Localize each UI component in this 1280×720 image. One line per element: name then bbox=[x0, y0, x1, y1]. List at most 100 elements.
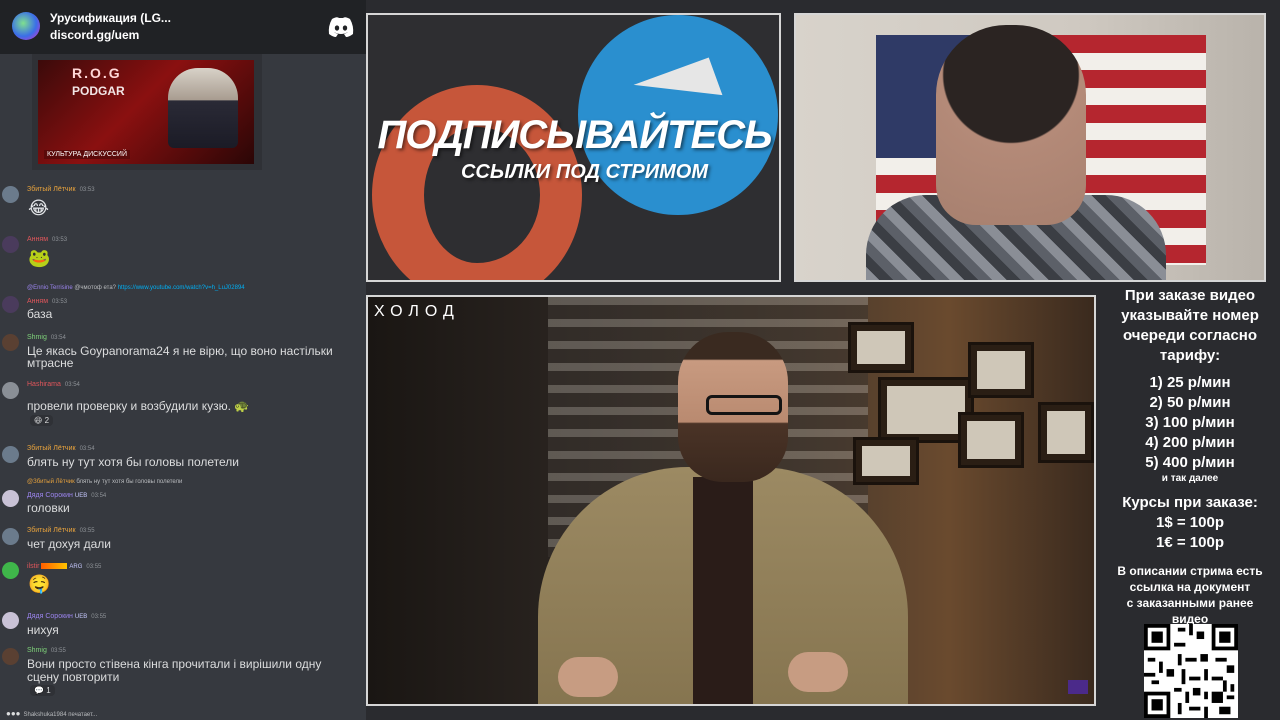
rates-heading: Курсы при заказе: bbox=[1122, 494, 1258, 511]
reaction[interactable]: 😆 2 bbox=[30, 415, 54, 426]
reaction[interactable]: 💬 1 bbox=[30, 685, 55, 696]
avatar bbox=[2, 490, 19, 507]
message-text: база bbox=[27, 307, 53, 321]
embed-caption: КУЛЬТУРА ДИСКУССИЙ bbox=[44, 150, 130, 159]
price-tier: 2) 50 р/мин bbox=[1149, 394, 1231, 411]
message-text: Вони просто стівена кінга прочитали і ви… bbox=[27, 657, 322, 671]
timestamp: 03:53 bbox=[79, 187, 95, 193]
description-line: с заказанными ранее bbox=[1126, 596, 1254, 610]
embed-subtitle: PODGAR bbox=[72, 84, 125, 98]
username[interactable]: Дядя Сорокин bbox=[27, 613, 73, 620]
server-name: Урусификация (LG... bbox=[50, 11, 171, 25]
typing-dots-icon: ●●● bbox=[6, 709, 21, 718]
reaction-count: 2 bbox=[44, 416, 50, 425]
username[interactable]: ilstir bbox=[27, 563, 39, 570]
reply-preview[interactable]: @Ennio Terrisine @чмотоф ета? https://ww… bbox=[27, 285, 245, 291]
price-tier: 5) 400 р/мин bbox=[1145, 454, 1235, 471]
info-heading-line: очереди согласно bbox=[1122, 327, 1258, 344]
channel-watermark: ХОЛОД bbox=[374, 303, 460, 320]
typing-text: Shakshuka1984 печатает... bbox=[23, 712, 98, 718]
promo-subtitle: ССЫЛКИ ПОД СТРИМОМ bbox=[460, 161, 709, 183]
reply-link[interactable]: https://www.youtube.com/watch?v=h_LuJ028… bbox=[118, 285, 245, 291]
avatar bbox=[2, 296, 19, 313]
wall-photo bbox=[968, 342, 1034, 398]
info-heading-line: При заказе видео bbox=[1124, 287, 1256, 304]
timestamp: 03:55 bbox=[86, 564, 102, 570]
wall-photo bbox=[848, 322, 914, 373]
reply-text: ета? bbox=[103, 285, 117, 291]
timestamp: 03:55 bbox=[50, 648, 66, 654]
webcam-person-head bbox=[936, 25, 1086, 225]
reply-preview[interactable]: @Збитый Лётчик блять ну тут хотя бы голо… bbox=[27, 479, 182, 485]
embed-person bbox=[168, 68, 238, 148]
wall-photo bbox=[1038, 402, 1094, 463]
wall-photo bbox=[853, 437, 919, 485]
message-text: блять ну тут хотя бы головы полетели bbox=[27, 455, 239, 469]
avatar bbox=[2, 528, 19, 545]
reply-username: @Ennio Terrisine bbox=[27, 285, 73, 291]
typing-indicator: ●●● Shakshuka1984 печатает... bbox=[6, 709, 97, 718]
timestamp: 03:53 bbox=[52, 299, 68, 305]
username[interactable]: Збитый Лётчик bbox=[27, 527, 76, 534]
timestamp: 03:55 bbox=[91, 614, 107, 620]
role-badge: UEB bbox=[74, 614, 88, 620]
message-text: провели проверку и возбудили кузю. 🐢 bbox=[27, 399, 250, 413]
server-invite-link[interactable]: discord.gg/uem bbox=[50, 28, 139, 42]
reaction-count: 1 bbox=[46, 686, 51, 695]
rate-line: 1€ = 100р bbox=[1156, 534, 1224, 551]
price-tier: 1) 25 р/мин bbox=[1149, 374, 1231, 391]
main-video[interactable]: ХОЛОД bbox=[366, 295, 1096, 706]
avatar bbox=[2, 562, 19, 579]
avatar bbox=[2, 382, 19, 399]
reply-username: @Збитый Лётчик bbox=[27, 479, 75, 485]
promo-title: ПОДПИСЫВАЙТЕСЬ bbox=[377, 113, 772, 157]
username[interactable]: Дядя Сорокин bbox=[27, 492, 73, 499]
embed-brand: R.O.G bbox=[72, 65, 122, 81]
message-text: головки bbox=[27, 501, 70, 515]
info-heading-line: тарифу: bbox=[1159, 347, 1221, 364]
username[interactable]: Анням bbox=[27, 236, 48, 243]
server-avatar bbox=[12, 12, 40, 40]
price-tier: 3) 100 р/мин bbox=[1145, 414, 1235, 431]
avatar bbox=[2, 236, 19, 253]
server-header[interactable]: Урусификация (LG... discord.gg/uem bbox=[0, 0, 366, 54]
description-line: В описании стрима есть bbox=[1117, 564, 1263, 578]
username[interactable]: Збитый Лётчик bbox=[27, 445, 76, 452]
avatar bbox=[2, 446, 19, 463]
presenter-shirt bbox=[693, 477, 753, 704]
emoji-message: 🤤 bbox=[28, 574, 51, 594]
reply-text: блять ну тут хотя бы головы полетели bbox=[76, 479, 183, 485]
reply-mention: @чмотоф bbox=[74, 285, 102, 291]
embed-thumbnail[interactable]: R.O.G PODGAR КУЛЬТУРА ДИСКУССИЙ bbox=[38, 60, 254, 164]
timestamp: 03:54 bbox=[91, 493, 107, 499]
price-etc: и так далее bbox=[1161, 473, 1219, 484]
reaction-emoji: 😆 bbox=[34, 416, 43, 425]
avatar bbox=[2, 612, 19, 629]
info-heading-line: указывайте номер bbox=[1121, 307, 1259, 324]
description-line: ссылка на документ bbox=[1129, 580, 1251, 594]
username[interactable]: Shmig bbox=[27, 647, 47, 654]
avatar bbox=[2, 186, 19, 203]
avatar bbox=[2, 334, 19, 351]
corner-logo bbox=[1068, 680, 1088, 694]
rate-line: 1$ = 100р bbox=[1156, 514, 1224, 531]
avatar bbox=[2, 648, 19, 665]
emoji-message: 😂 bbox=[28, 198, 50, 218]
wall-photo bbox=[958, 412, 1024, 468]
message-text: чет дохуя дали bbox=[27, 537, 111, 551]
qr-code[interactable] bbox=[1144, 624, 1238, 718]
emoji-message: 🐸 bbox=[28, 248, 51, 268]
username[interactable]: Shmig bbox=[27, 334, 47, 341]
name-banner bbox=[41, 563, 68, 570]
role-badge: UEB bbox=[74, 493, 88, 499]
presenter-hand bbox=[558, 657, 618, 697]
reaction-emoji: 💬 bbox=[34, 686, 44, 695]
discord-chat-overlay: Урусификация (LG... discord.gg/uem R.O.G… bbox=[0, 0, 366, 720]
message-text-line-2: мтрасне bbox=[27, 356, 74, 370]
timestamp: 03:54 bbox=[50, 335, 66, 341]
message-text-line-2: сцену повторити bbox=[27, 670, 120, 684]
username[interactable]: Анням bbox=[27, 298, 48, 305]
username[interactable]: Збитый Лётчик bbox=[27, 186, 76, 193]
username[interactable]: Hashirama bbox=[27, 381, 61, 388]
video-embed[interactable]: R.O.G PODGAR КУЛЬТУРА ДИСКУССИЙ bbox=[32, 54, 262, 170]
